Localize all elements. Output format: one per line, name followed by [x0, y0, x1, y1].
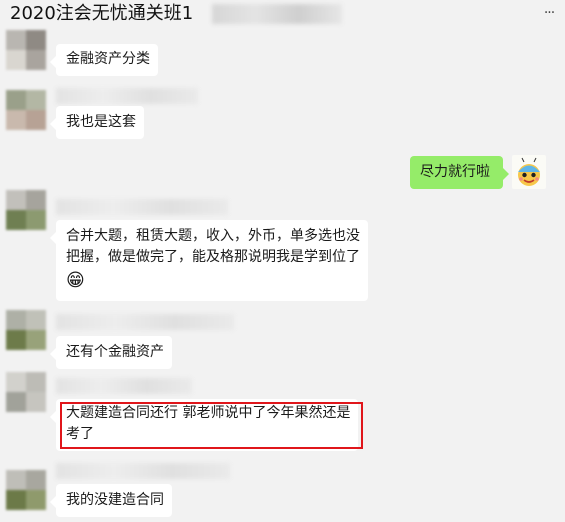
message-bubble[interactable]: 还有个金融资产	[50, 336, 172, 369]
chat-title-bar: 2020注会无忧通关班1 ···	[0, 0, 565, 28]
sender-name-blurred	[56, 199, 228, 215]
chat-title: 2020注会无忧通关班1	[10, 3, 194, 24]
message-text-line2: 把握，做是做完了，能及格那说明我是学到位了	[66, 249, 360, 265]
message-text: 我也是这套	[66, 114, 136, 130]
sender-name-blurred	[56, 314, 234, 330]
more-options-icon[interactable]: ···	[541, 4, 557, 22]
sender-name-blurred	[56, 378, 192, 394]
message-text: 还有个金融资产	[66, 344, 164, 360]
avatar[interactable]	[6, 470, 46, 510]
my-avatar-icon[interactable]	[512, 155, 546, 189]
message-text: 我的没建造合同	[66, 492, 164, 508]
message-text: 金融资产分类	[66, 51, 150, 67]
sender-name-blurred	[56, 88, 198, 104]
message-bubble[interactable]: 我也是这套	[50, 106, 144, 139]
highlight-annotation-box	[60, 402, 363, 449]
message-text-line1: 合并大题，租赁大题，收入，外币，单多选也没	[66, 228, 360, 244]
avatar[interactable]	[6, 310, 46, 350]
my-message-bubble[interactable]: 尽力就行啦	[410, 156, 509, 189]
avatar[interactable]	[6, 372, 46, 412]
avatar[interactable]	[6, 30, 46, 70]
title-blurred-part	[212, 4, 342, 24]
message-text: 尽力就行啦	[420, 164, 490, 180]
sender-name-blurred	[56, 463, 230, 479]
message-bubble[interactable]: 合并大题，租赁大题，收入，外币，单多选也没 把握，做是做完了，能及格那说明我是学…	[50, 220, 368, 301]
grin-emoji-icon: 😁	[66, 270, 85, 291]
message-bubble[interactable]: 我的没建造合同	[50, 484, 172, 517]
avatar[interactable]	[6, 190, 46, 230]
avatar[interactable]	[6, 90, 46, 130]
message-bubble[interactable]: 金融资产分类	[50, 44, 158, 76]
